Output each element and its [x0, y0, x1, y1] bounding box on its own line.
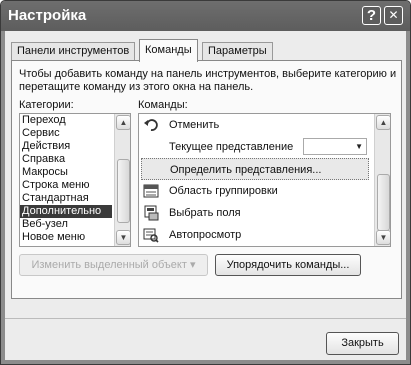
undo-icon [144, 119, 158, 131]
close-x-button[interactable]: ✕ [384, 6, 403, 25]
chevron-down-icon: ▾ [189, 259, 196, 271]
rearrange-commands-button[interactable]: Упорядочить команды... [215, 254, 361, 276]
title-bar[interactable]: Настройка ? ✕ [1, 1, 410, 31]
command-current-view[interactable]: Текущее представление ▼ [139, 136, 373, 158]
choose-fields-icon [144, 205, 159, 221]
dialog-title: Настройка [8, 7, 87, 24]
command-field-chooser[interactable]: Выбрать поля [139, 202, 373, 224]
command-label: Выбрать поля [169, 207, 241, 219]
command-label: Отменить [169, 119, 220, 131]
categories-scrollbar[interactable]: ▲ ▼ [114, 114, 130, 246]
tab-commands[interactable]: Команды [139, 39, 198, 62]
footer-divider [5, 318, 406, 319]
close-button[interactable]: Закрыть [326, 332, 399, 355]
command-label: Область группировки [169, 185, 278, 197]
commands-panel: Чтобы добавить команду на панель инструм… [11, 60, 402, 299]
commands-scrollbar[interactable]: ▲ ▼ [374, 114, 390, 246]
scroll-thumb[interactable] [377, 174, 390, 231]
scroll-up-arrow-icon[interactable]: ▲ [376, 115, 390, 130]
scroll-down-arrow-icon[interactable]: ▼ [116, 230, 130, 245]
categories-list[interactable]: Переход Сервис Действия Справка Макросы … [19, 113, 131, 247]
scroll-thumb[interactable] [117, 159, 130, 223]
group-area-icon [143, 184, 159, 198]
command-undo[interactable]: Отменить [139, 114, 373, 136]
modify-selection-button[interactable]: Изменить выделенный объект ▾ [19, 254, 208, 276]
dialog-body: Панели инструментов Команды Параметры Чт… [5, 31, 406, 360]
customize-dialog: Настройка ? ✕ Панели инструментов Команд… [0, 0, 411, 365]
autopreview-icon [143, 228, 159, 243]
command-group-box[interactable]: Область группировки [139, 180, 373, 202]
command-define-views[interactable]: Определить представления... [141, 158, 369, 180]
category-item-selected[interactable]: Дополнительно [20, 205, 112, 218]
scroll-down-arrow-icon[interactable]: ▼ [376, 230, 390, 245]
scroll-up-arrow-icon[interactable]: ▲ [116, 115, 130, 130]
command-autopreview[interactable]: Автопросмотр [139, 224, 373, 246]
tab-toolbars[interactable]: Панели инструментов [11, 42, 136, 60]
command-label: Текущее представление [169, 141, 294, 153]
categories-label: Категории: [19, 99, 74, 111]
instruction-text: Чтобы добавить команду на панель инструм… [19, 68, 397, 93]
help-button[interactable]: ? [362, 6, 381, 25]
command-label: Определить представления... [170, 164, 322, 176]
commands-list[interactable]: Отменить Текущее представление ▼ Определ… [138, 113, 391, 247]
current-view-dropdown[interactable]: ▼ [303, 138, 367, 155]
modify-selection-label: Изменить выделенный объект [31, 259, 187, 271]
commands-label: Команды: [138, 99, 188, 111]
command-label: Автопросмотр [169, 229, 242, 241]
tab-options[interactable]: Параметры [202, 42, 273, 60]
chevron-down-icon: ▼ [355, 142, 363, 151]
